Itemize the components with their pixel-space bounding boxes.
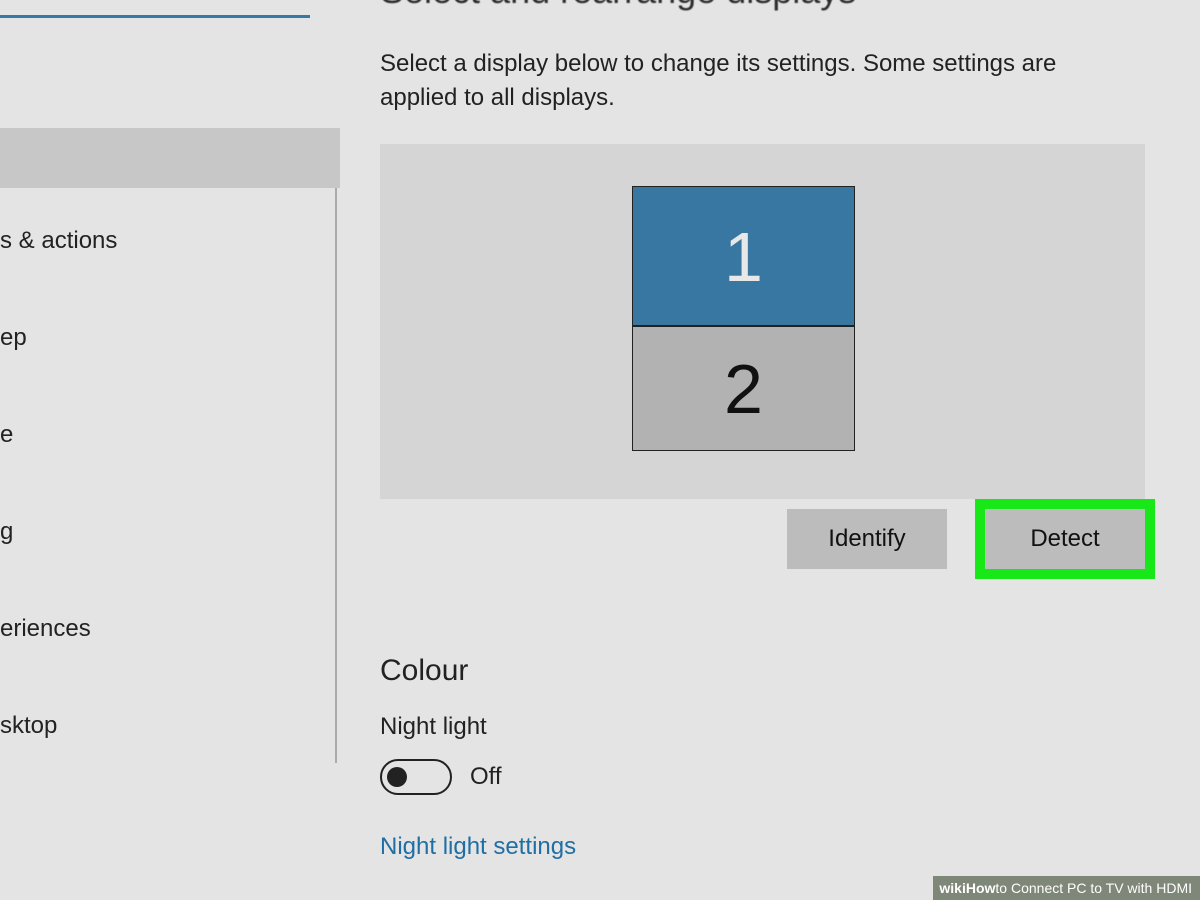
colour-heading: Colour (380, 654, 1200, 688)
section-heading-arrange: Select and rearrange displays (380, 0, 1200, 12)
display-2[interactable]: 2 (632, 326, 855, 451)
identify-button[interactable]: Identify (787, 509, 947, 569)
footer-wiki: wiki (939, 880, 965, 896)
night-light-toggle[interactable] (380, 759, 452, 795)
sidebar: s & actions ep e g eriences sktop (0, 0, 340, 900)
night-light-settings-link[interactable]: Night light settings (380, 833, 1200, 861)
sidebar-search-frame[interactable] (0, 0, 310, 18)
toggle-thumb-icon (387, 767, 407, 787)
night-light-label: Night light (380, 713, 1200, 741)
main-content: Select and rearrange displays Select a d… (380, 0, 1200, 861)
sidebar-item-shared-experiences[interactable]: eriences (0, 591, 335, 666)
display-arrangement-canvas[interactable]: 1 2 (380, 144, 1145, 499)
display-number-label: 2 (724, 350, 763, 428)
sidebar-item-remote-desktop[interactable]: sktop (0, 688, 335, 763)
sidebar-item-multitasking[interactable]: g (0, 494, 335, 569)
night-light-state: Off (470, 763, 502, 791)
detect-button[interactable]: Detect (985, 509, 1145, 569)
sidebar-item-list: s & actions ep e g eriences sktop (0, 188, 337, 763)
night-light-toggle-row: Off (380, 759, 1200, 795)
display-1[interactable]: 1 (632, 186, 855, 326)
wikihow-footer: wikiHow to Connect PC to TV with HDMI (933, 876, 1200, 900)
sidebar-item-selected[interactable] (0, 128, 340, 188)
display-number-label: 1 (724, 218, 763, 296)
section-description: Select a display below to change its set… (380, 47, 1110, 114)
sidebar-item-power-sleep[interactable]: ep (0, 300, 335, 375)
footer-how: How (966, 880, 996, 896)
sidebar-item-notifications[interactable]: s & actions (0, 203, 335, 278)
display-buttons-row: Identify Detect (380, 509, 1145, 569)
footer-title: to Connect PC to TV with HDMI (995, 880, 1192, 896)
sidebar-item-storage[interactable]: e (0, 397, 335, 472)
